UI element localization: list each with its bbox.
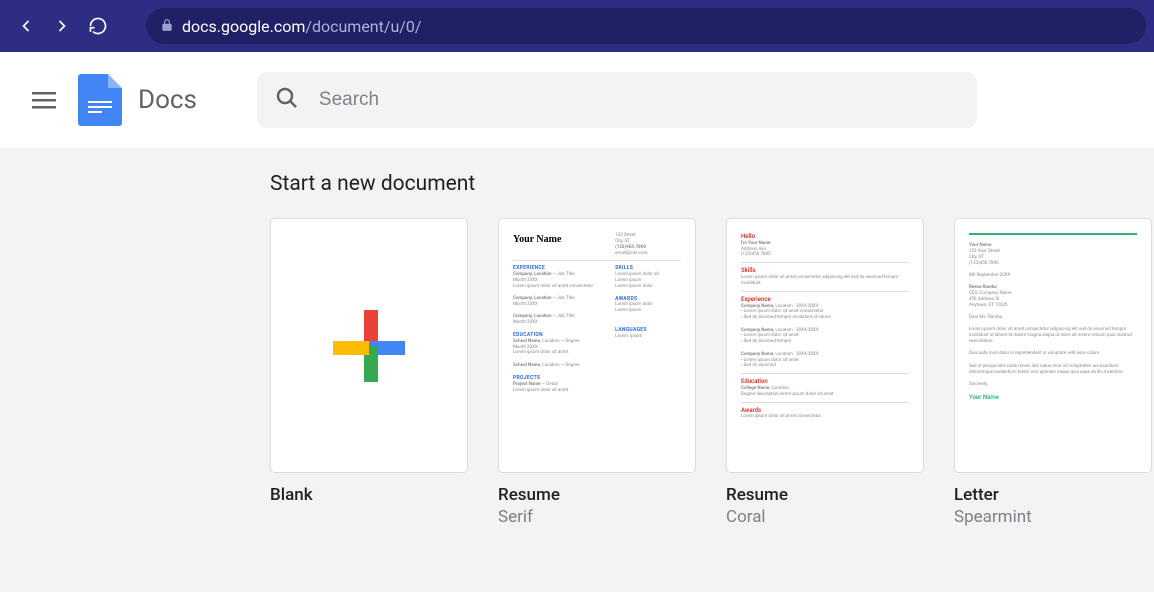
browser-bar: docs.google.com/document/u/0/: [0, 0, 1154, 52]
template-resume-serif[interactable]: Your Name 123 StreetCity, ST(123)456-789…: [498, 218, 696, 527]
template-blank[interactable]: Blank: [270, 218, 468, 527]
search-bar[interactable]: [257, 72, 977, 128]
gallery-title: Start a new document: [270, 172, 1154, 196]
template-blank-thumb: [270, 218, 468, 473]
reload-icon: [88, 16, 108, 36]
forward-button[interactable]: [44, 8, 80, 44]
template-subtitle: Coral: [726, 507, 924, 527]
template-resume-coral[interactable]: Hello I'm Your NameAddress line(123)456-…: [726, 218, 924, 527]
template-resume-coral-thumb: Hello I'm Your NameAddress line(123)456-…: [726, 218, 924, 473]
search-input[interactable]: [319, 89, 959, 111]
template-title: Resume: [498, 485, 696, 505]
arrow-left-icon: [16, 16, 36, 36]
template-title: Resume: [726, 485, 924, 505]
back-button[interactable]: [8, 8, 44, 44]
url-path: /document/u/0/: [305, 17, 421, 36]
lock-icon: [160, 17, 174, 36]
docs-logo[interactable]: Docs: [78, 74, 197, 126]
address-bar[interactable]: docs.google.com/document/u/0/: [146, 8, 1146, 44]
hamburger-icon: [32, 88, 56, 112]
template-title: Blank: [270, 485, 468, 505]
template-title: Letter: [954, 485, 1152, 505]
template-subtitle: Serif: [498, 507, 696, 527]
url-host: docs.google.com: [182, 17, 305, 36]
docs-icon: [78, 74, 122, 126]
reload-button[interactable]: [80, 8, 116, 44]
arrow-right-icon: [52, 16, 72, 36]
template-gallery: Start a new document Blank Your N: [0, 148, 1154, 592]
main-menu-button[interactable]: [20, 76, 68, 124]
template-resume-serif-thumb: Your Name 123 StreetCity, ST(123)456-789…: [498, 218, 696, 473]
plus-icon: [333, 310, 405, 382]
template-row: Blank Your Name 123 StreetCity, ST(123)4…: [270, 218, 1154, 527]
search-icon: [275, 86, 299, 114]
app-header: Docs: [0, 52, 1154, 148]
template-subtitle: Spearmint: [954, 507, 1152, 527]
template-letter-spearmint[interactable]: Your Name123 Your StreetCity, ST(123)456…: [954, 218, 1152, 527]
app-name: Docs: [138, 85, 197, 115]
template-letter-spearmint-thumb: Your Name123 Your StreetCity, ST(123)456…: [954, 218, 1152, 473]
